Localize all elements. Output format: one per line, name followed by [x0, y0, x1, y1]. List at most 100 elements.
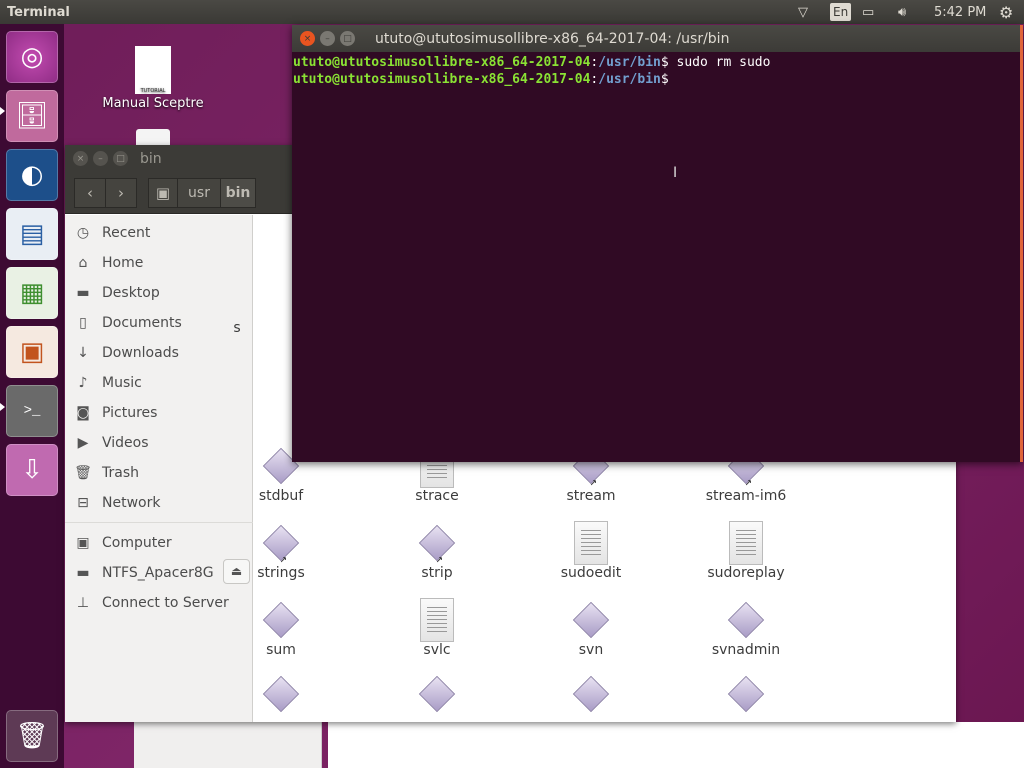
symlink-arrow-icon: ↗	[435, 554, 443, 565]
sidebar-item-trash[interactable]: 🗑︎ Trash	[74, 461, 139, 485]
executable-icon: ↗	[418, 524, 456, 565]
minimize-button[interactable]: –	[93, 151, 108, 166]
battery-icon[interactable]: ▭	[862, 0, 874, 24]
sidebar-item-label: Music	[102, 375, 142, 391]
file-label: svnadmin	[711, 642, 781, 658]
computer-icon: ▣	[76, 535, 90, 551]
impress-icon[interactable]: ▣	[6, 326, 58, 378]
maximize-button[interactable]: □	[340, 31, 355, 46]
text-file-icon	[729, 521, 763, 565]
prompt-user: ututo@ututosimusollibre-x86_64-2017-04	[293, 55, 591, 70]
file-item[interactable]: svlc	[377, 598, 497, 658]
terminal-icon[interactable]: >_	[6, 385, 58, 437]
clock[interactable]: 5:42 PM	[934, 0, 986, 24]
symlink-arrow-icon: ↗	[279, 554, 287, 565]
file-item[interactable]: svnadmin	[686, 598, 806, 658]
executable-icon	[727, 601, 765, 639]
sidebar-item-label: NTFS_Apacer8G	[102, 565, 214, 581]
sidebar-item-documents[interactable]: ▯ Documents	[74, 311, 182, 335]
terminal-line: ututo@ututosimusollibre-x86_64-2017-04:/…	[293, 55, 771, 70]
browser-icon[interactable]: ◐	[6, 149, 58, 201]
sidebar-item-home[interactable]: ⌂ Home	[74, 251, 144, 275]
drive-icon: ▬	[76, 565, 90, 581]
calc-icon[interactable]: ▦	[6, 267, 58, 319]
executable-icon	[572, 601, 610, 639]
command: sudo rm sudo	[676, 55, 771, 70]
file-item[interactable]: sum	[221, 598, 341, 658]
sidebar-item-network[interactable]: ⊟ Network	[74, 491, 160, 515]
file-item[interactable]	[377, 675, 497, 713]
usb-drive-icon[interactable]: ⇩	[6, 444, 58, 496]
file-item[interactable]: sudoreplay	[686, 521, 806, 581]
text-file-icon	[574, 521, 608, 565]
sidebar-item-label: Desktop	[102, 285, 160, 301]
keyboard-layout-indicator[interactable]: En	[830, 3, 852, 21]
sidebar-item-label: Videos	[102, 435, 149, 451]
background-window	[134, 722, 322, 768]
file-label: sum	[266, 642, 296, 658]
active-app-title: Terminal	[7, 4, 70, 20]
file-item[interactable]	[686, 675, 806, 713]
sidebar-item-music[interactable]: ♪ Music	[74, 371, 142, 395]
file-item[interactable]: ↗ strip	[377, 521, 497, 581]
file-label: stdbuf	[258, 488, 304, 504]
sidebar-item-label: Home	[102, 255, 144, 271]
tutorial-icon: TUTORIAL	[135, 46, 171, 94]
file-item[interactable]: ↗ strings	[221, 521, 341, 581]
files-icon[interactable]: 🗄︎	[6, 90, 58, 142]
executable-icon: ↗	[262, 524, 300, 565]
file-label: stream	[566, 488, 616, 504]
breadcrumb-bin[interactable]: bin	[220, 178, 256, 208]
desktop-icon-manual[interactable]: TUTORIAL Manual Sceptre	[97, 46, 209, 111]
download-icon: ↓	[77, 345, 89, 361]
sidebar-item-label: Documents	[102, 315, 182, 331]
file-label: strings	[257, 565, 305, 581]
file-item[interactable]	[221, 675, 341, 713]
sidebar-item-videos[interactable]: ▶ Videos	[74, 431, 149, 455]
forward-button[interactable]: ›	[105, 178, 137, 208]
terminal-output[interactable]: ututo@ututosimusollibre-x86_64-2017-04:/…	[292, 52, 1020, 88]
sidebar-item-ntfs[interactable]: ▬ NTFS_Apacer8G	[74, 561, 214, 585]
close-button[interactable]: ×	[73, 151, 88, 166]
server-icon: ⊥	[76, 595, 90, 611]
file-item[interactable]	[531, 675, 651, 713]
settings-gear-icon[interactable]: ⚙	[999, 0, 1013, 24]
window-title: ututo@ututosimusollibre-x86_64-2017-04: …	[375, 30, 730, 47]
ubuntu-dash-icon[interactable]: ◎	[6, 31, 58, 83]
symlink-arrow-icon: ↗	[589, 477, 597, 488]
file-item[interactable]: sudoedit	[531, 521, 651, 581]
terminal-window: × – □ ututo@ututosimusollibre-x86_64-201…	[292, 25, 1023, 462]
back-button[interactable]: ‹	[74, 178, 106, 208]
prompt-path: /usr/bin	[598, 55, 661, 70]
file-item[interactable]: svn	[531, 598, 651, 658]
minimize-button[interactable]: –	[320, 31, 335, 46]
sidebar-item-connect-to-server[interactable]: ⊥ Connect to Server	[74, 591, 229, 615]
maximize-button[interactable]: □	[113, 151, 128, 166]
sidebar-item-desktop[interactable]: ▬ Desktop	[74, 281, 160, 305]
sidebar-item-downloads[interactable]: ↓ Downloads	[74, 341, 179, 365]
sidebar-item-recent[interactable]: ◷ Recent	[74, 221, 151, 245]
close-button[interactable]: ×	[300, 31, 315, 46]
sidebar-item-label: Downloads	[102, 345, 179, 361]
drive-icon[interactable]: ▣	[148, 178, 178, 208]
sidebar-item-label: Recent	[102, 225, 151, 241]
sidebar-item-label: Pictures	[102, 405, 158, 421]
clock-icon: ◷	[76, 225, 90, 241]
sidebar-item-label: Computer	[102, 535, 172, 551]
launcher: ◎ 🗄︎ ◐ ▤ ▦ ▣ >_ ⇩ 🗑︎	[0, 24, 64, 768]
writer-icon[interactable]: ▤	[6, 208, 58, 260]
sidebar-item-computer[interactable]: ▣ Computer	[74, 531, 172, 555]
file-label: svlc	[423, 642, 451, 658]
file-label: stream-im6	[705, 488, 787, 504]
document-icon: ▯	[79, 315, 87, 331]
wifi-icon[interactable]: ▽	[798, 0, 808, 24]
volume-icon[interactable]: 🔊︎	[898, 0, 906, 24]
trash-icon[interactable]: 🗑︎	[6, 710, 58, 762]
home-icon: ⌂	[78, 255, 88, 271]
breadcrumb-usr[interactable]: usr	[177, 178, 221, 208]
background-window	[328, 722, 1024, 768]
sidebar-item-pictures[interactable]: ◙ Pictures	[74, 401, 157, 425]
window-title: bin	[140, 150, 162, 167]
trash-icon: 🗑︎	[74, 465, 92, 481]
symlink-arrow-icon: ↗	[744, 477, 752, 488]
